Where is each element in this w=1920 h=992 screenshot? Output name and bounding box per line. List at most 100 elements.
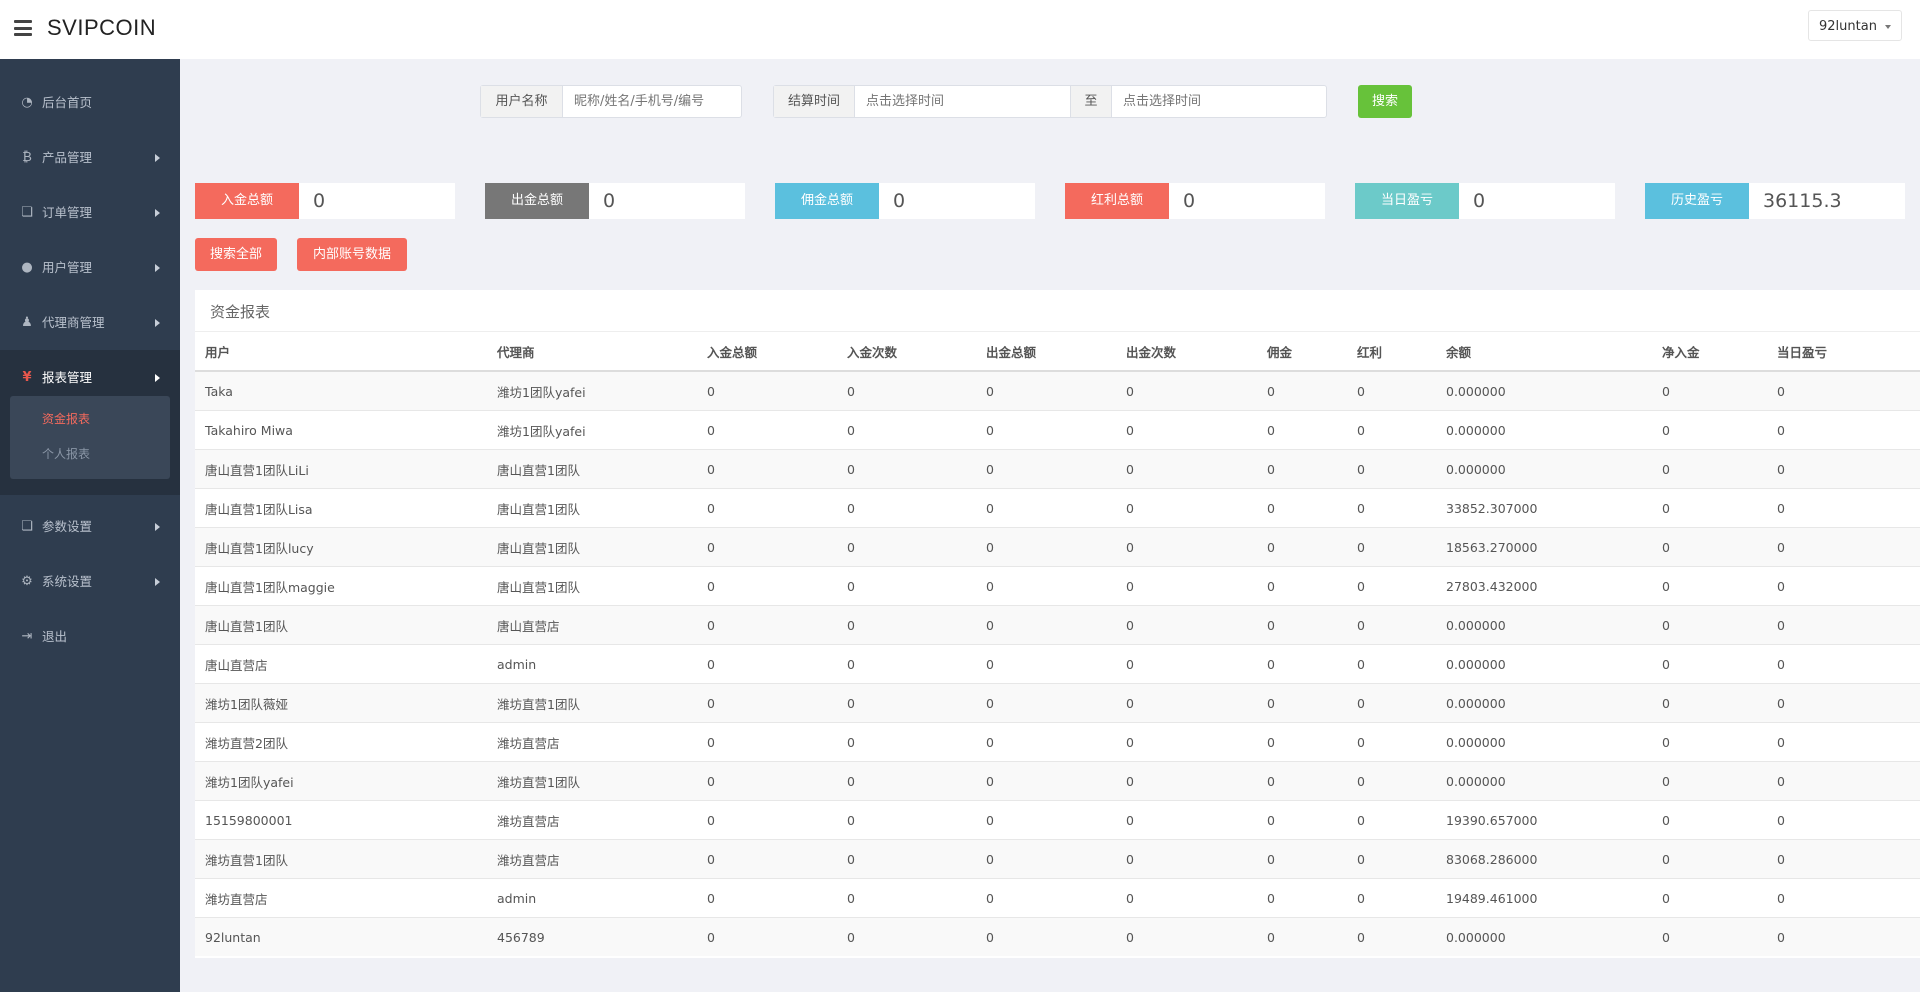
col-user-cell: 唐山直营店: [195, 644, 487, 684]
sidebar-item-agents[interactable]: ♟ 代理商管理: [0, 295, 180, 350]
sidebar-item-users[interactable]: ● 用户管理: [0, 240, 180, 295]
col-agent-cell: 唐山直营1团队: [487, 449, 697, 489]
col-daily-pnl-cell: 0: [1767, 410, 1920, 450]
col-balance-cell: 0.000000: [1436, 449, 1652, 489]
col-deposit-total-cell: 0: [697, 566, 837, 606]
col-agent-cell: 潍坊1团队yafei: [487, 370, 697, 411]
col-balance-cell: 0.000000: [1436, 370, 1652, 411]
search-all-button[interactable]: 搜索全部: [195, 238, 277, 271]
panel-title: 资金报表: [210, 303, 271, 321]
subnav-personal-report[interactable]: 个人报表: [42, 445, 90, 462]
col-net-deposit-cell: 0: [1652, 370, 1767, 411]
sidebar-item-dashboard[interactable]: ◔ 后台首页: [0, 75, 180, 130]
column-header-net-deposit: 净入金: [1652, 332, 1767, 372]
cogs-icon: ⚙: [21, 574, 33, 589]
start-time-input[interactable]: [854, 86, 1070, 117]
col-agent-cell: 潍坊直营店: [487, 722, 697, 762]
sidebar-item-label: 用户管理: [42, 260, 93, 275]
table-row: 唐山直营店 admin 0 0 0 0 0 0 0.000000 0 0: [195, 644, 1920, 684]
sidebar-item-system[interactable]: ⚙ 系统设置: [0, 554, 180, 609]
col-withdraw-total-cell: 0: [976, 683, 1116, 723]
col-bonus-cell: 0: [1347, 605, 1436, 645]
column-header-withdraw-count: 出金次数: [1116, 332, 1257, 372]
col-user-cell: 15159800001: [195, 800, 487, 840]
col-user-cell: 92luntan: [195, 917, 487, 956]
col-withdraw-count-cell: 0: [1116, 878, 1257, 918]
col-daily-pnl-cell: 0: [1767, 527, 1920, 567]
col-deposit-total-cell: 0: [697, 605, 837, 645]
col-deposit-count-cell: 0: [837, 917, 976, 956]
stat-commission-total: 佣金总额 0: [775, 183, 1035, 219]
range-separator: 至: [1070, 86, 1112, 117]
col-withdraw-count-cell: 0: [1116, 527, 1257, 567]
col-agent-cell: admin: [487, 878, 697, 918]
stat-value: 36115.3: [1749, 183, 1905, 219]
stat-daily-pnl: 当日盈亏 0: [1355, 183, 1615, 219]
col-bonus-cell: 0: [1347, 878, 1436, 918]
username-input[interactable]: [562, 86, 741, 117]
col-balance-cell: 0.000000: [1436, 761, 1652, 801]
col-daily-pnl-cell: 0: [1767, 605, 1920, 645]
column-header-deposit-count: 入金次数: [837, 332, 976, 372]
col-withdraw-count-cell: 0: [1116, 800, 1257, 840]
col-agent-cell: admin: [487, 644, 697, 684]
col-commission-cell: 0: [1257, 839, 1347, 879]
col-net-deposit-cell: 0: [1652, 761, 1767, 801]
col-deposit-total-cell: 0: [697, 800, 837, 840]
sidebar-item-products[interactable]: ₿ 产品管理: [0, 130, 180, 185]
col-bonus-cell: 0: [1347, 488, 1436, 528]
chevron-right-icon: [155, 319, 160, 327]
sidebar-item-logout[interactable]: ⇥ 退出: [0, 609, 180, 664]
col-agent-cell: 潍坊直营1团队: [487, 761, 697, 801]
col-user-cell: 潍坊直营店: [195, 878, 487, 918]
table-row: 唐山直营1团队Lisa 唐山直营1团队 0 0 0 0 0 0 33852.307000 0 0: [195, 488, 1920, 528]
subnav-fund-report[interactable]: 资金报表: [42, 410, 90, 427]
user-tie-icon: ♟: [21, 315, 33, 330]
col-deposit-count-cell: 0: [837, 878, 976, 918]
col-withdraw-total-cell: 0: [976, 644, 1116, 684]
col-deposit-count-cell: 0: [837, 839, 976, 879]
search-button[interactable]: 搜索: [1358, 85, 1412, 118]
sidebar-item-label: 订单管理: [42, 205, 93, 220]
column-header-user: 用户: [195, 332, 487, 372]
stat-value: 0: [879, 183, 1035, 219]
col-withdraw-count-cell: 0: [1116, 566, 1257, 606]
files-icon: ❏: [21, 519, 33, 534]
col-net-deposit-cell: 0: [1652, 488, 1767, 528]
sidebar-item-params[interactable]: ❏ 参数设置: [0, 499, 180, 554]
col-daily-pnl-cell: 0: [1767, 800, 1920, 840]
col-deposit-count-cell: 0: [837, 527, 976, 567]
col-withdraw-count-cell: 0: [1116, 839, 1257, 879]
col-deposit-total-cell: 0: [697, 488, 837, 528]
col-user-cell: Takahiro Miwa: [195, 410, 487, 450]
col-withdraw-total-cell: 0: [976, 566, 1116, 606]
user-dropdown[interactable]: 92luntan: [1808, 10, 1902, 41]
col-agent-cell: 唐山直营1团队: [487, 566, 697, 606]
col-agent-cell: 456789: [487, 917, 697, 956]
col-bonus-cell: 0: [1347, 566, 1436, 606]
col-balance-cell: 18563.270000: [1436, 527, 1652, 567]
col-commission-cell: 0: [1257, 527, 1347, 567]
chevron-right-icon: [155, 264, 160, 272]
sidebar-item-orders[interactable]: ❏ 订单管理: [0, 185, 180, 240]
caret-down-icon: [1885, 25, 1891, 29]
col-deposit-total-cell: 0: [697, 449, 837, 489]
col-net-deposit-cell: 0: [1652, 410, 1767, 450]
sidebar: ◔ 后台首页 ₿ 产品管理 ❏ 订单管理 ● 用户管理 ♟ 代理商管理 ¥ 报表…: [0, 59, 180, 992]
chevron-right-icon: [155, 209, 160, 217]
column-header-balance: 余额: [1436, 332, 1652, 372]
col-net-deposit-cell: 0: [1652, 722, 1767, 762]
internal-data-button[interactable]: 内部账号数据: [297, 238, 407, 271]
stat-label: 佣金总额: [775, 183, 879, 219]
end-time-input[interactable]: [1111, 86, 1326, 117]
menu-toggle-icon[interactable]: [14, 20, 32, 36]
col-commission-cell: 0: [1257, 370, 1347, 411]
column-header-withdraw-total: 出金总额: [976, 332, 1116, 372]
col-bonus-cell: 0: [1347, 370, 1436, 411]
col-deposit-total-cell: 0: [697, 839, 837, 879]
col-net-deposit-cell: 0: [1652, 839, 1767, 879]
sign-out-icon: ⇥: [21, 629, 33, 644]
col-deposit-total-cell: 0: [697, 722, 837, 762]
table-row: 潍坊1团队yafei 潍坊直营1团队 0 0 0 0 0 0 0.000000 0 0: [195, 761, 1920, 801]
col-agent-cell: 潍坊1团队yafei: [487, 410, 697, 450]
